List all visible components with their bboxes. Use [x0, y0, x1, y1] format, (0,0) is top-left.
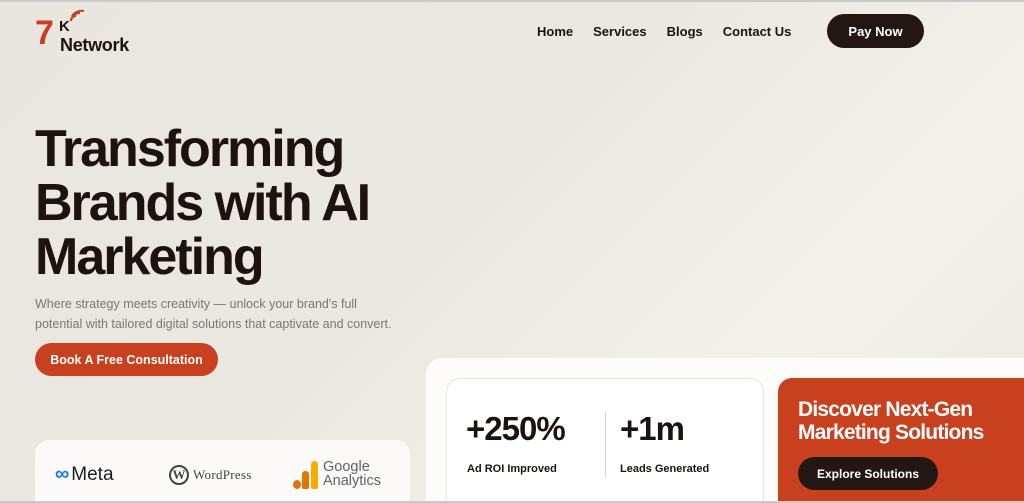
- google-analytics-logo: Google Analytics: [293, 459, 383, 489]
- stat-label-leads: Leads Generated: [620, 463, 710, 475]
- stat-value-leads: +1m: [620, 410, 685, 447]
- logo-letter: K: [59, 18, 70, 35]
- stat-value-roi: +250%: [466, 410, 566, 447]
- promo-title: Discover Next-Gen Marketing Solutions: [798, 398, 984, 444]
- meta-logo-text: Meta: [71, 463, 114, 485]
- meta-logo: ∞ Meta: [55, 463, 114, 486]
- window-top-border: [0, 0, 1024, 2]
- wordpress-logo: W WordPress: [169, 465, 252, 485]
- hero-subtitle: Where strategy meets creativity — unlock…: [35, 297, 392, 331]
- pay-now-button[interactable]: Pay Now: [827, 14, 924, 48]
- google-analytics-icon: [293, 459, 319, 489]
- logo-name: Network: [60, 35, 129, 55]
- wordpress-icon: W: [169, 465, 189, 485]
- explore-solutions-button[interactable]: Explore Solutions: [798, 457, 938, 490]
- meta-infinity-icon: ∞: [55, 463, 70, 485]
- brand-logo[interactable]: 7 K Network: [35, 8, 145, 56]
- hero-title: Transforming Brands with AI Marketing: [35, 120, 371, 286]
- signal-icon: [70, 9, 85, 22]
- logo-number: 7: [35, 14, 54, 52]
- stat-label-roi: Ad ROI Improved: [467, 463, 557, 475]
- main-nav: Home Services Blogs Contact Us: [537, 24, 811, 39]
- book-consultation-button[interactable]: Book A Free Consultation: [35, 343, 218, 376]
- nav-contact-us[interactable]: Contact Us: [723, 24, 792, 39]
- nav-services[interactable]: Services: [593, 24, 647, 39]
- nav-blogs[interactable]: Blogs: [667, 24, 703, 39]
- google-analytics-logo-text: Google Analytics: [323, 459, 382, 489]
- stats-divider: [605, 412, 606, 478]
- wordpress-logo-text: WordPress: [193, 467, 252, 482]
- nav-home[interactable]: Home: [537, 24, 573, 39]
- partner-logos-card: ∞ Meta W WordPress Google Analytics: [35, 440, 410, 503]
